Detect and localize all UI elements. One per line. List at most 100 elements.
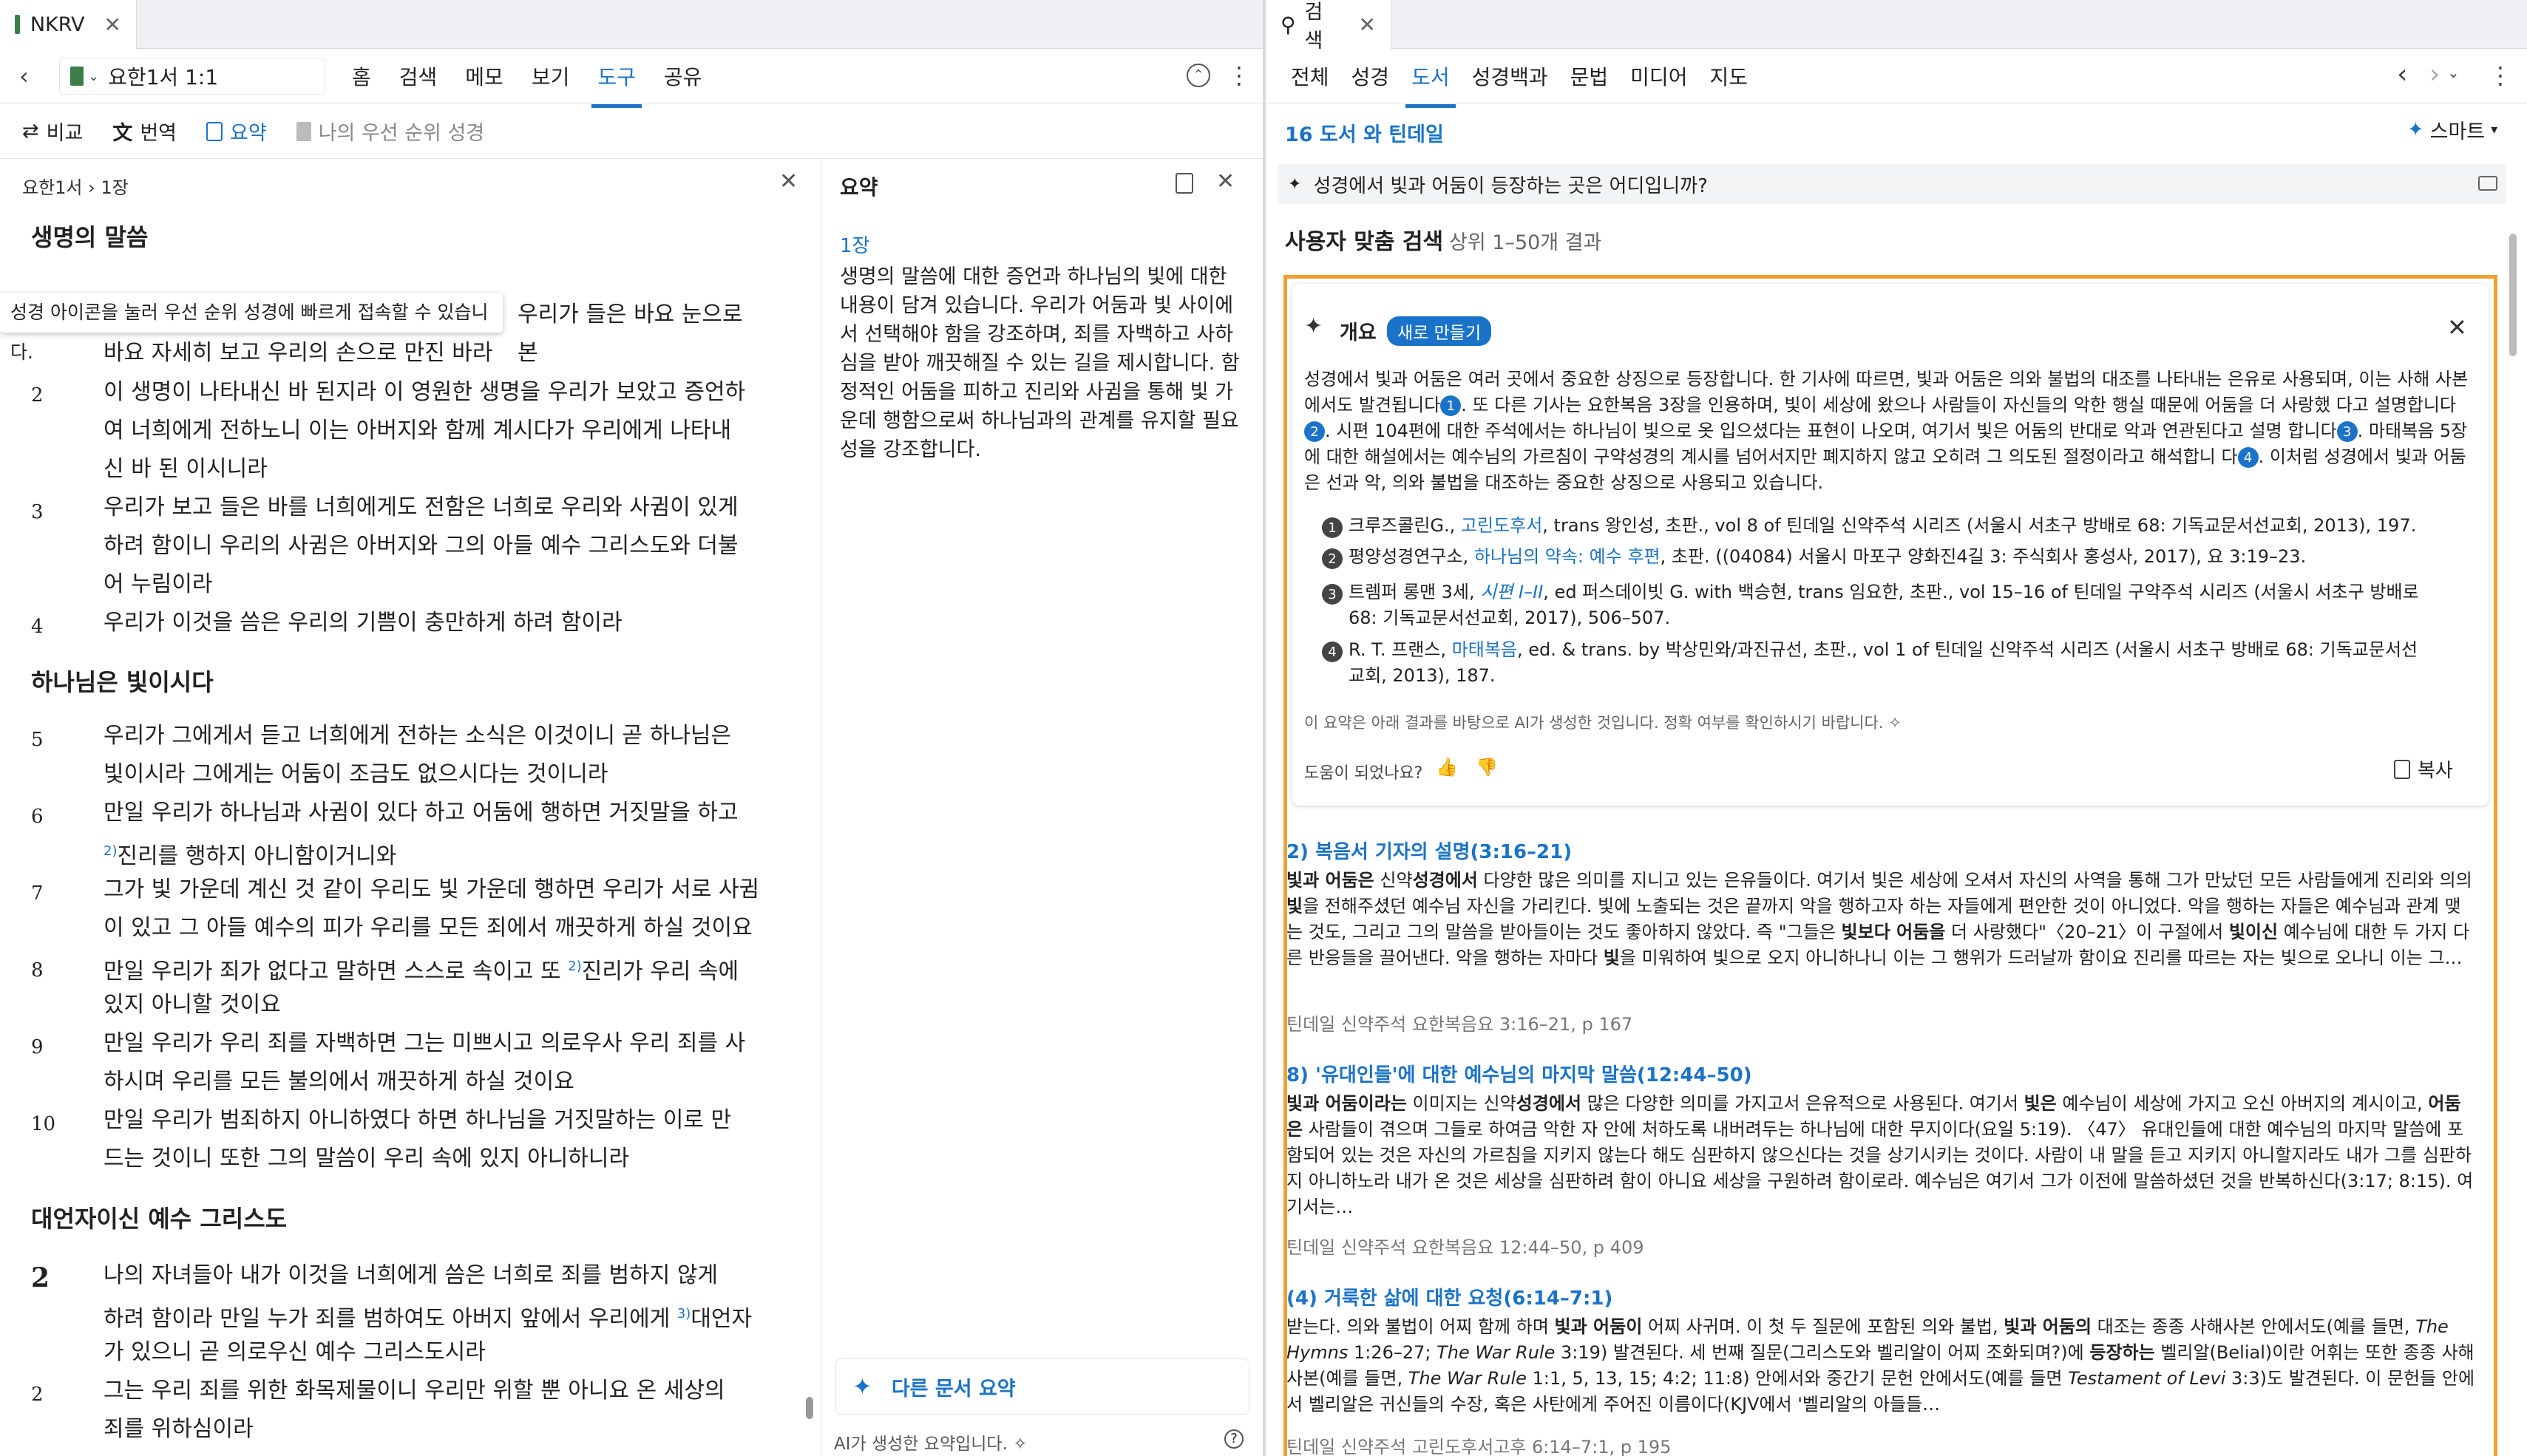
result-source[interactable]: 틴데일 신약주석 요한복음요 12:44–50, p 409 [1286,1233,1644,1259]
result-title[interactable]: (4) 거룩한 삶에 대한 요청(6:14–7:1) [1286,1283,1612,1310]
ref-link[interactable]: 고린도후서 [1461,515,1542,536]
back-icon[interactable]: ‹ [2397,59,2407,89]
close-icon[interactable]: ✕ [2447,313,2467,341]
translate-button[interactable]: 文 번역 [112,117,177,146]
sparkle-icon: ✦ [1304,313,1323,339]
citation-3[interactable]: 3 [2336,421,2358,442]
verse-number: 2 [31,384,44,406]
compare-icon: ⇄ [22,120,39,143]
verse-text: 나의 자녀들아 내가 이것을 너희에게 씀은 너희로 죄를 범하지 않게 [104,1262,719,1288]
menu-map[interactable]: 지도 [1703,61,1754,91]
tab-label: 검색 [1304,1,1323,52]
ref-text: 트렘퍼 롱맨 3세, [1349,582,1481,602]
menu-bible[interactable]: 성경 [1346,61,1396,91]
translate-label: 번역 [140,122,177,145]
compare-button[interactable]: ⇄ 비교 [22,117,83,146]
menu-books[interactable]: 도서 [1405,44,1456,108]
more-icon[interactable]: ⋮ [1227,59,1251,92]
new-badge[interactable]: 새로 만들기 [1387,316,1492,346]
ref-link[interactable]: 마태복음 [1452,639,1517,660]
thumbs-down-icon[interactable]: 👎 [1476,757,1498,778]
collapse-icon[interactable]: ⌃ [1187,64,1210,87]
copy-button[interactable]: 복사 [2394,755,2453,783]
reference-label: 요한1서 1:1 [108,65,219,89]
scrollbar[interactable] [806,1397,813,1419]
menu-home[interactable]: 홈 [346,61,377,91]
menu-notes[interactable]: 메모 [459,61,509,91]
verse-text: 만일 우리가 하나님과 사귐이 있다 하고 어둠에 행하면 거짓말을 하고 [104,800,739,826]
pane-divider[interactable] [1263,0,1266,1456]
close-icon[interactable]: ✕ [1359,13,1376,37]
menu-search[interactable]: 검색 [393,61,444,91]
sparkle-icon: ✦ [2407,118,2424,141]
menu-media[interactable]: 미디어 [1624,61,1693,91]
query-field[interactable]: ✦ 성경에서 빛과 어둠이 등장하는 곳은 어디입니까? [1278,164,2506,204]
verse-text: 우리가 보고 들은 바를 너희에게도 전함은 너희로 우리와 사귐이 있게 [104,494,739,520]
section-heading: 하나님은 빛이시다 [31,668,214,696]
citation-4[interactable]: 4 [2237,447,2259,468]
menu-grammar[interactable]: 문법 [1564,61,1615,91]
menu-all[interactable]: 전체 [1285,61,1335,91]
sparkle-icon: ✦ [852,1372,872,1401]
verse-text: 드는 것이니 또한 그의 말씀이 우리 속에 있지 아니하니라 [104,1146,630,1171]
ref-link[interactable]: 시편 I–II [1480,582,1543,602]
ref-link[interactable]: 하나님의 약속: 예수 후편 [1474,546,1661,567]
other-doc-summary-button[interactable]: ✦ 다른 문서 요약 [835,1358,1249,1415]
footnote-marker[interactable]: 3) [677,1306,691,1321]
result-count[interactable]: 16 도서 와 틴데일 [1285,118,1444,147]
smart-dropdown[interactable]: ✦ 스마트 ▾ [2407,115,2497,144]
thumbs-up-icon[interactable]: 👍 [1436,757,1458,778]
result-title[interactable]: 2) 복음서 기자의 설명(3:16–21) [1286,837,1572,864]
ref-text: 평양성경연구소, [1349,546,1474,567]
result-source[interactable]: 틴데일 신약주석 고린도후서고후 6:14–7:1, p 195 [1286,1432,1671,1456]
menu-encyclopedia[interactable]: 성경백과 [1466,61,1554,91]
bible-plus-icon [296,121,311,141]
tab-nkrv[interactable]: NKRV ✕ [0,0,137,49]
menu-share[interactable]: 공유 [658,61,708,91]
section-heading: 대언자이신 예수 그리스도 [31,1205,288,1233]
copy-icon [2394,759,2410,779]
citation-2[interactable]: 2 [1304,421,1325,442]
citation-1[interactable]: 1 [1440,395,1462,416]
verse-number: 6 [31,806,44,828]
verse-text: 이 있고 그 아들 예수의 피가 우리를 모든 죄에서 깨끗하게 하실 것이요 [104,915,753,941]
verse-text: 이 생명이 나타내신 바 된지라 이 영원한 생명을 우리가 보았고 증언하 [104,379,746,405]
summary-icon [206,121,223,141]
scrollbar[interactable] [2509,234,2517,356]
translate-icon: 文 [112,122,133,145]
verse-number: 7 [31,882,44,905]
breadcrumb[interactable]: 요한1서 › 1장 [22,173,129,199]
priority-bible-button[interactable]: 나의 우선 순위 성경 [296,117,484,146]
copy-icon[interactable] [1176,173,1193,194]
footnote-marker[interactable]: 2) [104,843,117,859]
more-icon[interactable]: ⋮ [2489,59,2512,92]
close-icon[interactable]: ✕ [779,169,798,194]
custom-search-sub: 상위 1–50개 결과 [1449,231,1602,254]
result-source[interactable]: 틴데일 신약주석 요한복음요 3:16–21, p 167 [1286,1010,1632,1035]
help-icon[interactable]: ? [1224,1429,1244,1449]
priority-label: 나의 우선 순위 성경 [318,122,485,145]
chevron-down-icon[interactable]: ⌄ [2447,64,2460,81]
summary-button[interactable]: 요약 [206,117,267,146]
verse-text: 그가 빛 가운데 계신 것 같이 우리도 빛 가운데 행하면 우리가 서로 사귐 [104,877,760,902]
custom-search-title: 사용자 맞춤 검색 [1285,229,1444,255]
reference-selector[interactable]: ⌄ 요한1서 1:1 [59,58,325,95]
close-icon[interactable]: ✕ [104,13,121,37]
footnote-marker[interactable]: 2) [568,959,581,974]
verse-text: 빛이시라 그에게는 어둠이 조금도 없으시다는 것이니라 [104,761,608,787]
close-icon[interactable]: ✕ [1216,169,1235,194]
forward-icon[interactable]: › [2429,59,2440,89]
ref-text: , ed 퍼스데이빗 G. with 백승현, trans 임요한, 초판., … [1543,582,2419,602]
verse-number: 9 [31,1036,44,1058]
result-snippet: 받는다. 의와 불법이 어찌 함께 하며 빛과 어둠이 어찌 사귀며. 이 첫 … [1286,1316,2475,1415]
chapter-number: 2 [31,1262,50,1293]
result-title[interactable]: 8) '유대인들'에 대한 예수님의 마지막 말씀(12:44–50) [1286,1060,1752,1087]
verse-text: 우리가 그에게서 듣고 너희에게 전하는 소식은 이것이니 곧 하나님은 [104,723,732,749]
tab-search[interactable]: ⚲ 검색 ✕ [1266,0,1391,52]
section-heading: 생명의 말씀 [31,223,149,251]
back-icon[interactable]: ‹ [19,62,29,90]
right-toolbar: 전체 성경 도서 성경백과 문법 미디어 지도 ‹ › ⌄ ⋮ [1266,49,2527,108]
keyboard-icon[interactable] [2478,176,2497,191]
menu-view[interactable]: 보기 [526,61,576,91]
menu-tools[interactable]: 도구 [591,44,642,108]
